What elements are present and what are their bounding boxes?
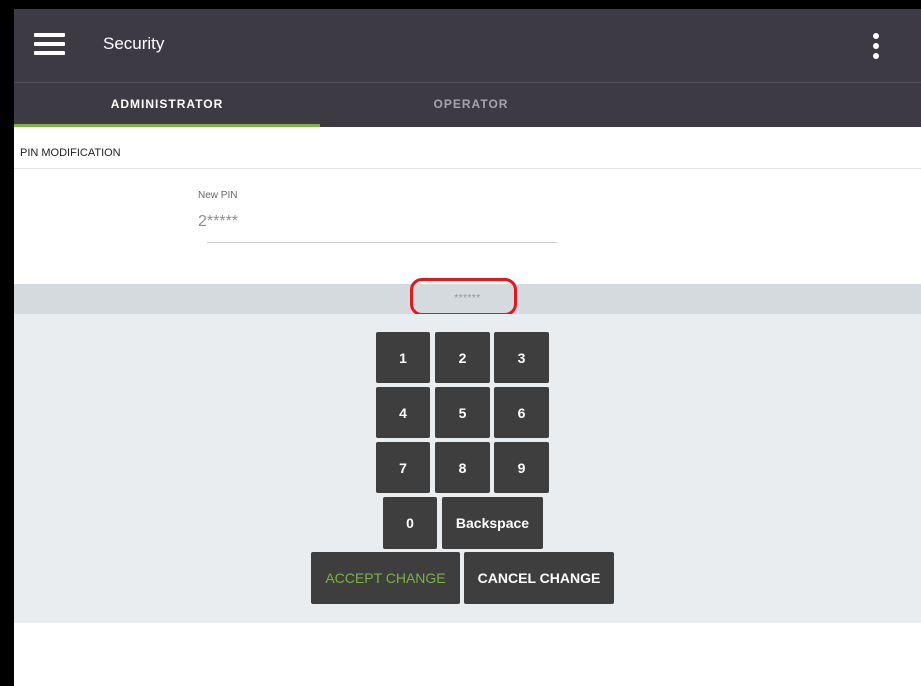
highlight-annotation (410, 278, 517, 316)
tab-administrator[interactable]: ADMINISTRATOR (14, 83, 320, 127)
tab-bar: ADMINISTRATOR OPERATOR (14, 82, 921, 127)
section-title: PIN MODIFICATION (20, 147, 121, 159)
key-3[interactable]: 3 (494, 332, 549, 383)
keypad-area: 1 2 3 4 5 6 7 8 9 0 Backspace ACCEPT CHA… (14, 314, 921, 623)
key-5[interactable]: 5 (435, 387, 490, 438)
key-6[interactable]: 6 (494, 387, 549, 438)
window-frame-left (0, 0, 14, 686)
key-8[interactable]: 8 (435, 442, 490, 493)
key-1[interactable]: 1 (376, 332, 430, 383)
accept-change-button[interactable]: ACCEPT CHANGE (311, 552, 460, 604)
new-pin-underline (207, 242, 557, 243)
section-header: PIN MODIFICATION (14, 127, 921, 169)
backspace-button[interactable]: Backspace (442, 497, 543, 549)
app-header: Security (14, 9, 921, 82)
cancel-change-button[interactable]: CANCEL CHANGE (464, 552, 614, 604)
key-7[interactable]: 7 (376, 442, 430, 493)
more-vertical-icon[interactable] (871, 33, 881, 61)
tab-operator[interactable]: OPERATOR (320, 83, 622, 127)
page-title: Security (103, 34, 165, 53)
window-frame-top (0, 0, 921, 9)
key-4[interactable]: 4 (376, 387, 430, 438)
key-0[interactable]: 0 (383, 497, 437, 549)
key-2[interactable]: 2 (435, 332, 490, 383)
new-pin-label: New PIN (198, 190, 238, 201)
new-pin-input[interactable]: 2***** (198, 213, 238, 231)
hamburger-menu-icon[interactable] (34, 33, 65, 55)
key-9[interactable]: 9 (494, 442, 549, 493)
